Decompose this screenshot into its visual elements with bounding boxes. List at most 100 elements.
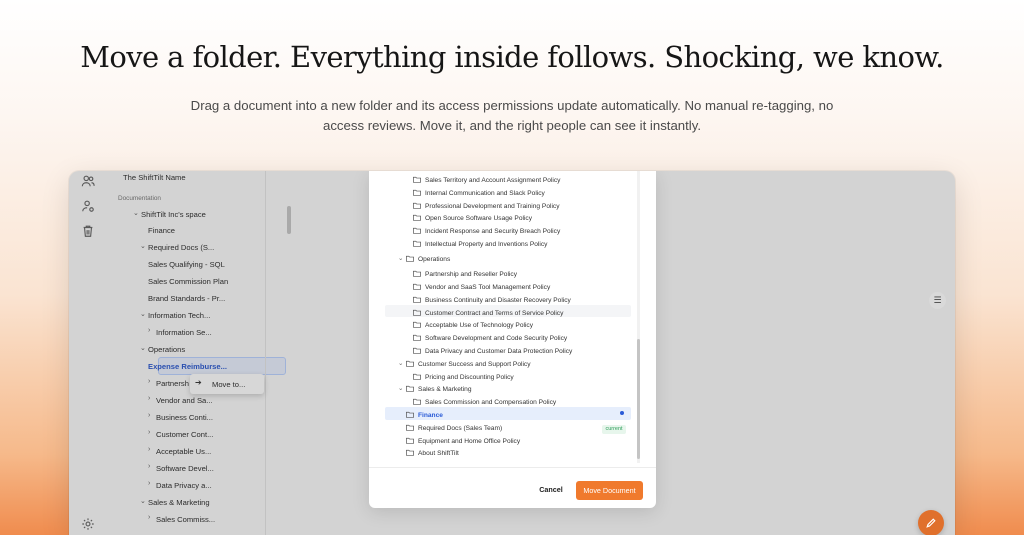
section-label: Documentation: [118, 195, 161, 202]
sidebar-item-finance[interactable]: Finance: [148, 226, 175, 235]
folder-row[interactable]: Business Continuity and Disaster Recover…: [369, 295, 629, 307]
folder-icon: [413, 189, 421, 196]
dialog-footer-divider: [369, 467, 656, 468]
sidebar-item-acceptable-use[interactable]: Acceptable Us...: [156, 447, 211, 456]
folder-label: Internal Communication and Slack Policy: [425, 189, 545, 197]
chevron-right-icon[interactable]: ›: [148, 480, 150, 487]
workspace-name[interactable]: The ShiftTilt Name: [123, 173, 186, 182]
hero-headline: Move a folder. Everything inside follows…: [80, 40, 944, 74]
folder-icon: [413, 373, 421, 380]
folder-label: Partnership and Reseller Policy: [425, 270, 517, 278]
sidebar-item-software-development[interactable]: Software Devel...: [156, 464, 214, 473]
folder-icon: [413, 334, 421, 341]
sidebar-item-sales-commission-plan[interactable]: Sales Commission Plan: [148, 277, 228, 286]
folder-row[interactable]: Acceptable Use of Technology Policy: [369, 320, 629, 332]
chevron-right-icon[interactable]: ›: [148, 463, 150, 470]
chevron-right-icon[interactable]: ›: [148, 514, 150, 521]
folder-label: Equipment and Home Office Policy: [418, 437, 521, 445]
folder-row[interactable]: Partnership and Reseller Policy: [369, 269, 629, 281]
space-name[interactable]: ShiftTilt Inc's space: [141, 210, 206, 219]
chevron-down-icon[interactable]: ⌄: [398, 384, 403, 392]
chevron-right-icon[interactable]: ›: [148, 429, 150, 436]
folder-row[interactable]: ⌄ Operations: [369, 254, 629, 266]
folder-row[interactable]: Sales Territory and Account Assignment P…: [369, 175, 629, 187]
icon-rail: [69, 171, 108, 535]
folder-label: Acceptable Use of Technology Policy: [425, 321, 534, 329]
folder-icon: [413, 202, 421, 209]
sidebar-item-information-security[interactable]: Information Se...: [156, 328, 212, 337]
folder-row[interactable]: Pricing and Discounting Policy: [369, 372, 629, 384]
folder-row[interactable]: Customer Contract and Terms of Service P…: [369, 308, 629, 320]
folder-row[interactable]: Equipment and Home Office Policy: [369, 436, 629, 448]
chevron-down-icon[interactable]: ⌄: [140, 310, 146, 318]
folder-row[interactable]: Finance: [369, 410, 629, 422]
folder-row[interactable]: Intellectual Property and Inventions Pol…: [369, 239, 629, 251]
folder-icon: [413, 321, 421, 328]
user-settings-icon[interactable]: [81, 199, 95, 213]
folder-icon: [413, 214, 421, 221]
sidebar-scrollbar[interactable]: [287, 206, 291, 234]
folder-label: Business Continuity and Disaster Recover…: [425, 296, 571, 304]
folder-row[interactable]: Incident Response and Security Breach Po…: [369, 226, 629, 238]
current-badge: current: [602, 425, 626, 434]
cancel-button[interactable]: Cancel: [531, 481, 571, 499]
chevron-down-icon[interactable]: ⌄: [140, 344, 146, 352]
chevron-right-icon[interactable]: ›: [148, 446, 150, 453]
sidebar-item-partnership[interactable]: Partnersh: [156, 379, 189, 388]
edit-fab-button[interactable]: [918, 510, 944, 535]
chevron-down-icon[interactable]: ⌄: [133, 209, 139, 217]
sidebar-item-expense-reimbursement[interactable]: Expense Reimburse...: [148, 362, 227, 371]
chevron-right-icon[interactable]: ›: [148, 378, 150, 385]
sidebar: The ShiftTilt Name Documentation ⌄ Shift…: [108, 171, 291, 535]
chevron-down-icon[interactable]: ⌄: [140, 242, 146, 250]
sidebar-item-operations[interactable]: Operations: [148, 345, 185, 354]
sidebar-item-business-continuity[interactable]: Business Conti...: [156, 413, 213, 422]
sidebar-item-vendor[interactable]: Vendor and Sa...: [156, 396, 213, 405]
chevron-right-icon[interactable]: ›: [148, 395, 150, 402]
folder-label: Open Source Software Usage Policy: [425, 214, 533, 222]
chevron-right-icon[interactable]: ›: [148, 412, 150, 419]
move-document-button[interactable]: Move Document: [576, 481, 643, 500]
dialog-scrollbar[interactable]: [637, 339, 640, 459]
chevron-down-icon[interactable]: ⌄: [140, 497, 146, 505]
sidebar-item-required-docs[interactable]: Required Docs (S...: [148, 243, 214, 252]
chevron-down-icon[interactable]: ⌄: [398, 359, 403, 367]
folder-icon: [406, 385, 414, 392]
folder-row[interactable]: Required Docs (Sales Team): [369, 423, 629, 435]
folder-label: Sales Commission and Compensation Policy: [425, 398, 557, 406]
folder-icon: [406, 437, 414, 444]
sidebar-item-sales-qualifying[interactable]: Sales Qualifying - SQL: [148, 260, 225, 269]
sidebar-item-sales-marketing[interactable]: Sales & Marketing: [148, 498, 210, 507]
folder-label: Required Docs (Sales Team): [418, 424, 503, 432]
sidebar-item-brand-standards[interactable]: Brand Standards - Pr...: [148, 294, 225, 303]
folder-icon: [406, 360, 414, 367]
folder-row[interactable]: Vendor and SaaS Tool Management Policy: [369, 282, 629, 294]
sidebar-item-customer-contract[interactable]: Customer Cont...: [156, 430, 213, 439]
sidebar-item-data-privacy[interactable]: Data Privacy a...: [156, 481, 212, 490]
chevron-right-icon[interactable]: ›: [148, 327, 150, 334]
folder-label: Pricing and Discounting Policy: [425, 373, 514, 381]
context-menu[interactable]: ➔ Move to...: [190, 374, 264, 394]
sidebar-item-information-tech[interactable]: Information Tech...: [148, 311, 210, 320]
folder-row[interactable]: ⌄ Customer Success and Support Policy: [369, 359, 629, 371]
folder-label: Intellectual Property and Inventions Pol…: [425, 240, 548, 248]
folder-icon: [413, 347, 421, 354]
folder-row[interactable]: Data Privacy and Customer Data Protectio…: [369, 346, 629, 358]
folder-row[interactable]: Open Source Software Usage Policy: [369, 213, 629, 225]
folder-row[interactable]: Sales Commission and Compensation Policy: [369, 397, 629, 409]
folder-icon: [413, 240, 421, 247]
folder-row[interactable]: ⌄ Sales & Marketing: [369, 384, 629, 396]
folder-row[interactable]: Software Development and Code Security P…: [369, 333, 629, 345]
folder-icon: [406, 424, 414, 431]
users-icon[interactable]: [81, 174, 95, 188]
folder-row[interactable]: About ShiftTilt: [369, 448, 629, 460]
folder-row[interactable]: Internal Communication and Slack Policy: [369, 188, 629, 200]
outline-icon[interactable]: ☰: [929, 292, 946, 309]
sidebar-item-sales-commission[interactable]: Sales Commiss...: [156, 515, 215, 524]
trash-icon[interactable]: [81, 224, 95, 238]
move-to-item[interactable]: Move to...: [212, 380, 245, 389]
folder-row[interactable]: Professional Development and Training Po…: [369, 201, 629, 213]
app-window: The ShiftTilt Name Documentation ⌄ Shift…: [69, 171, 955, 535]
settings-icon[interactable]: [81, 517, 95, 531]
chevron-down-icon[interactable]: ⌄: [398, 254, 403, 262]
